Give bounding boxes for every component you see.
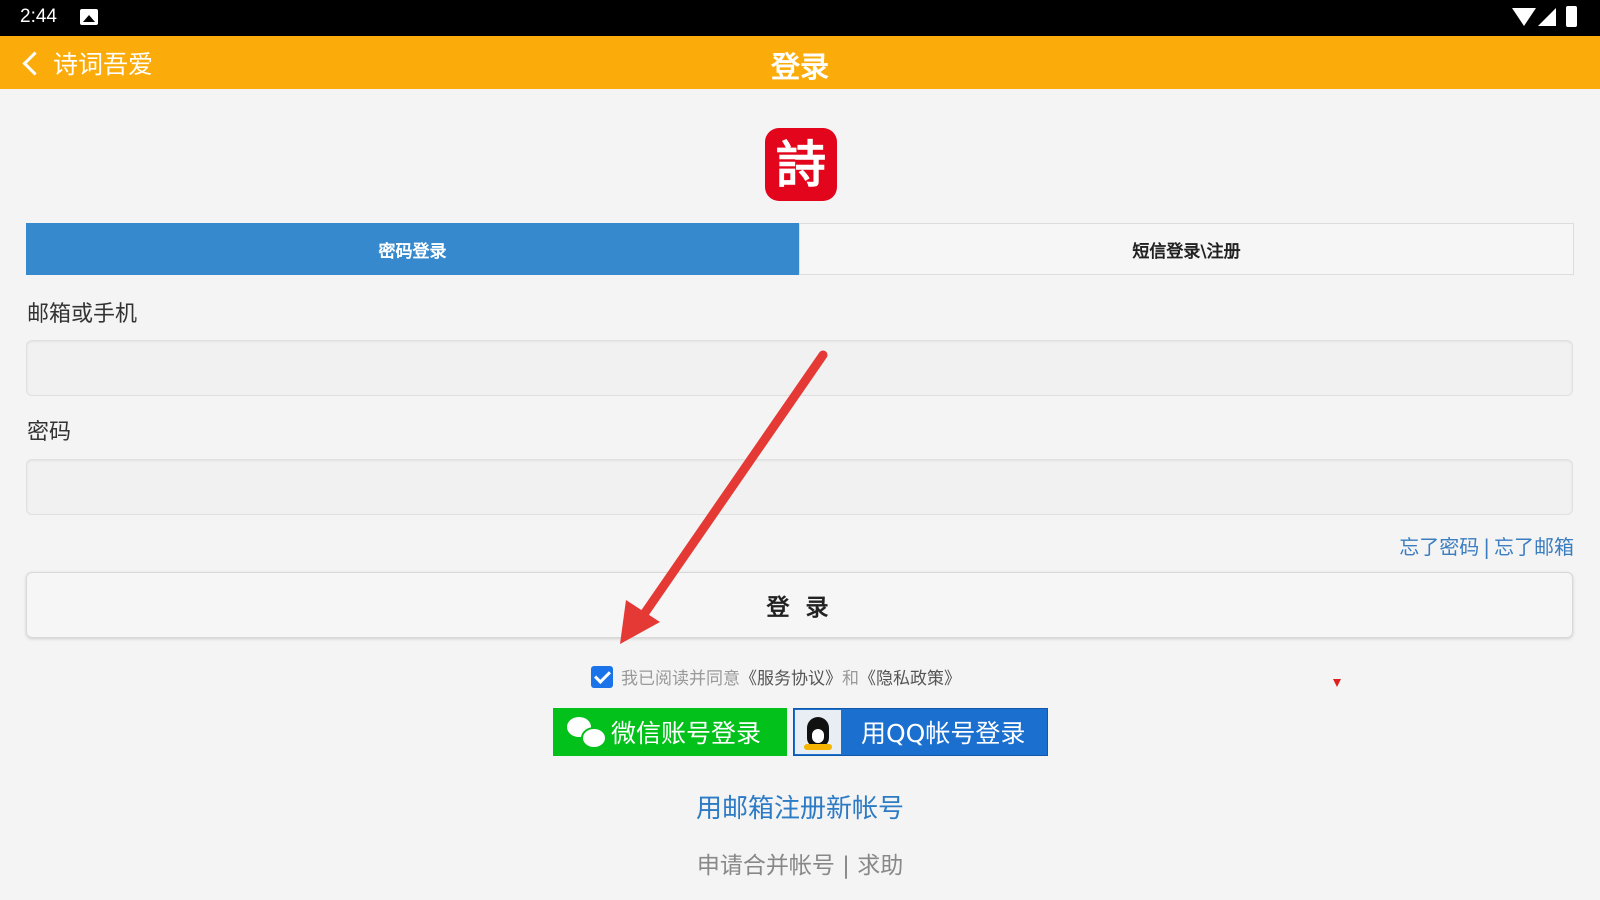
status-time: 2:44 <box>20 6 57 27</box>
footer-links: 申请合并帐号 | 求助 <box>0 846 1600 880</box>
agreement-row: 我已阅读并同意 《服务协议》 和 《隐私政策》 <box>591 664 961 689</box>
wifi-icon <box>1512 8 1536 26</box>
footer-separator: | <box>842 853 850 879</box>
small-red-triangle-icon <box>1333 679 1341 687</box>
wechat-icon <box>567 717 607 749</box>
battery-icon <box>1566 6 1577 27</box>
forgot-password-link[interactable]: 忘了密码 <box>1399 535 1479 559</box>
password-input[interactable] <box>26 459 1573 515</box>
agreement-prefix: 我已阅读并同意 <box>621 669 740 689</box>
email-register-link[interactable]: 用邮箱注册新帐号 <box>0 788 1600 825</box>
app-bar: 诗词吾爱 登录 <box>0 36 1600 89</box>
signal-icon <box>1538 8 1556 26</box>
privacy-policy-link[interactable]: 《隐私政策》 <box>859 664 961 689</box>
tab-password-login[interactable]: 密码登录 <box>26 223 799 275</box>
qq-login-button[interactable]: 用QQ帐号登录 <box>793 708 1048 756</box>
help-link[interactable]: 求助 <box>857 853 903 879</box>
qq-login-label: 用QQ帐号登录 <box>861 719 1026 748</box>
image-notification-icon <box>80 9 98 25</box>
account-input[interactable] <box>26 340 1573 396</box>
wechat-login-button[interactable]: 微信账号登录 <box>553 708 787 756</box>
tab-sms-login[interactable]: 短信登录\注册 <box>799 223 1574 275</box>
forgot-links: 忘了密码 | 忘了邮箱 <box>1399 531 1574 560</box>
login-button[interactable]: 登 录 <box>26 572 1573 638</box>
agreement-checkbox[interactable] <box>591 665 613 688</box>
forgot-separator: | <box>1483 535 1490 559</box>
forgot-email-link[interactable]: 忘了邮箱 <box>1494 535 1574 559</box>
service-agreement-link[interactable]: 《服务协议》 <box>740 664 842 689</box>
merge-account-link[interactable]: 申请合并帐号 <box>697 853 835 879</box>
account-label: 邮箱或手机 <box>27 302 138 327</box>
page-title: 登录 <box>770 50 829 84</box>
qq-penguin-icon <box>795 710 841 754</box>
wechat-login-label: 微信账号登录 <box>611 719 762 748</box>
app-logo: 詩 <box>765 128 837 201</box>
password-label: 密码 <box>27 420 72 445</box>
status-bar: 2:44 <box>0 0 1600 36</box>
login-tabs: 密码登录 短信登录\注册 <box>26 223 1574 275</box>
agreement-and: 和 <box>842 669 859 689</box>
